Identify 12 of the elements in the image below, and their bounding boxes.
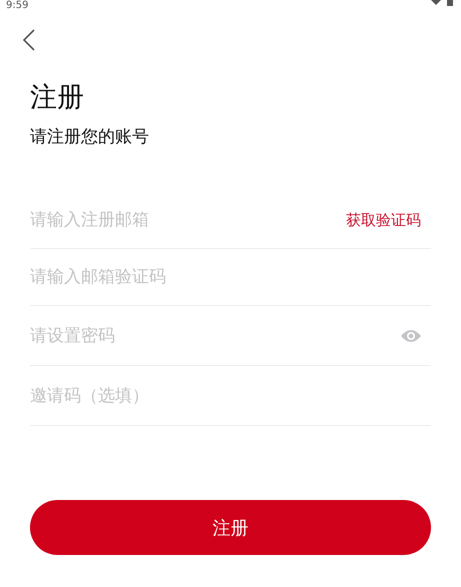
- page-subtitle: 请注册您的账号: [30, 126, 150, 149]
- input-field[interactable]: 请输入注册邮箱: [30, 210, 338, 230]
- wifi-icon: [429, 0, 443, 5]
- page-title: 注册: [30, 81, 85, 115]
- battery-icon: [447, 0, 453, 6]
- status-time: 9:59: [6, 0, 28, 12]
- input-field[interactable]: 请设置密码: [30, 326, 393, 346]
- register-button[interactable]: 注册: [30, 500, 431, 555]
- input-field[interactable]: 请输入邮箱验证码: [30, 267, 431, 287]
- input-field[interactable]: 邀请码（选填）: [30, 386, 431, 406]
- get-code-link[interactable]: 获取验证码: [346, 210, 421, 230]
- back-button[interactable]: [22, 29, 36, 53]
